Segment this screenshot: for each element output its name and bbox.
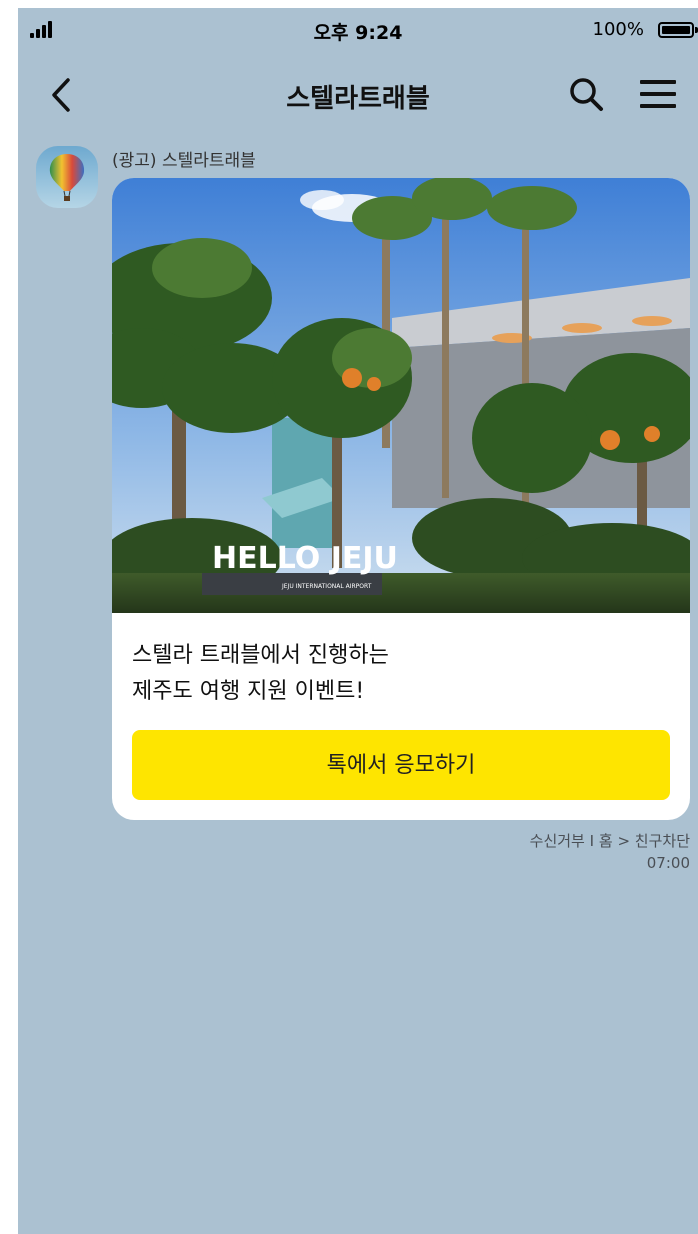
hello-jeju-sign: HELLO JEJU	[212, 541, 398, 576]
search-icon	[570, 78, 603, 111]
search-button[interactable]	[566, 72, 606, 116]
jeju-airport-photo[interactable]: HELLO JEJU JEJU INTERNATIONAL AIRPORT	[112, 178, 690, 613]
block-friend-link[interactable]: 친구차단	[635, 832, 690, 850]
footer-separator: I	[589, 832, 595, 850]
message-bubble: HELLO JEJU JEJU INTERNATIONAL AIRPORT 스텔…	[112, 178, 690, 820]
airport-sign-subtext: JEJU INTERNATIONAL AIRPORT	[281, 583, 372, 590]
battery-percent: 100%	[592, 19, 644, 40]
message-line: 제주도 여행 지원 이벤트!	[132, 679, 365, 704]
chat-screen: 오후 9:24 100% 스텔라트래블 (광고) 스텔라트래블 HELLO JE…	[18, 8, 698, 1234]
battery-icon	[658, 22, 694, 38]
hamburger-menu-icon	[640, 80, 676, 84]
avatar[interactable]	[36, 146, 98, 208]
menu-button[interactable]	[638, 78, 678, 112]
home-link[interactable]: 홈	[599, 832, 613, 850]
message-line: 스텔라 트래블에서 진행하는	[132, 643, 389, 668]
status-bar: 오후 9:24 100%	[18, 8, 698, 52]
enter-event-button[interactable]: 톡에서 응모하기	[132, 730, 670, 800]
message-text: 스텔라 트래블에서 진행하는 제주도 여행 지원 이벤트!	[132, 638, 389, 710]
message-time: 07:00	[646, 854, 690, 872]
chat-header: 스텔라트래블	[18, 58, 698, 138]
sender-name: (광고) 스텔라트래블	[112, 151, 256, 171]
message-footer-links: 수신거부 I 홈 > 친구차단	[530, 830, 690, 851]
unsubscribe-link[interactable]: 수신거부	[530, 832, 585, 850]
hot-air-balloon-icon	[49, 154, 85, 201]
chevron-right-icon: >	[617, 832, 631, 850]
